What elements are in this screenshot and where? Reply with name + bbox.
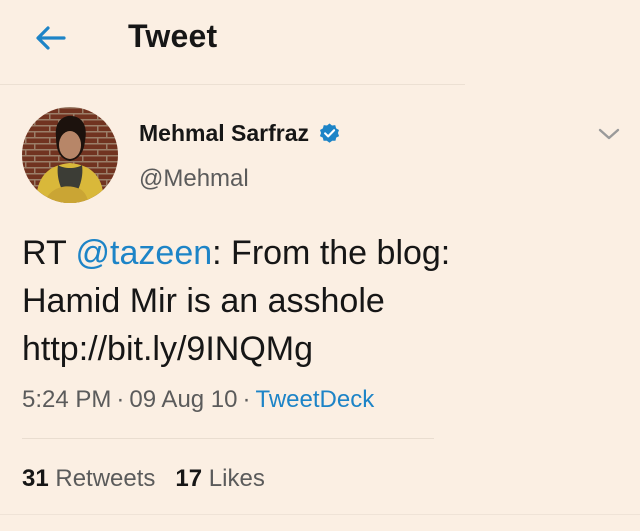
tweet-text-line-2: Hamid Mir is an asshole [22, 282, 385, 320]
top-bar: Tweet [0, 0, 640, 84]
retweets-stat[interactable]: 31 Retweets [22, 465, 155, 492]
avatar[interactable] [22, 107, 118, 203]
tweet-source-link[interactable]: TweetDeck [256, 386, 375, 413]
meta-separator: · [242, 386, 251, 413]
verified-badge-icon [319, 123, 340, 143]
retweets-count: 31 [22, 465, 49, 492]
author-name-label: Mehmal Sarfraz [139, 120, 310, 146]
tweet-text: RT @tazeen: From the blog: Hamid Mir is … [22, 229, 622, 373]
tweet-date: 09 Aug 10 [129, 386, 238, 413]
stats-divider [22, 438, 434, 439]
mention-link[interactable]: @tazeen [76, 234, 213, 272]
page-title: Tweet [128, 18, 218, 54]
arrow-left-icon [36, 26, 66, 50]
retweets-label: Retweets [55, 465, 156, 492]
tweet-meta: 5:24 PM · 09 Aug 10 · TweetDeck [22, 386, 374, 414]
avatar-image [22, 107, 118, 203]
tweet-text-line-1: RT @tazeen: From the blog: [22, 229, 622, 277]
author-handle[interactable]: @Mehmal [139, 165, 249, 193]
tweet-text-rest: : From the blog: [212, 234, 451, 272]
chevron-down-icon[interactable] [596, 124, 622, 144]
header-divider [0, 84, 465, 85]
likes-label: Likes [208, 465, 265, 492]
tweet-stats: 31 Retweets 17 Likes [22, 465, 265, 493]
meta-separator: · [116, 386, 125, 413]
bottom-divider [0, 514, 640, 515]
tweet-link[interactable]: http://bit.ly/9INQMg [22, 325, 622, 373]
likes-count: 17 [175, 465, 203, 492]
tweet-prefix: RT [22, 234, 76, 272]
tweet-time: 5:24 PM [22, 386, 112, 413]
back-button[interactable] [30, 20, 70, 56]
likes-stat[interactable]: 17 Likes [175, 465, 264, 492]
author-name[interactable]: Mehmal Sarfraz [139, 120, 341, 147]
